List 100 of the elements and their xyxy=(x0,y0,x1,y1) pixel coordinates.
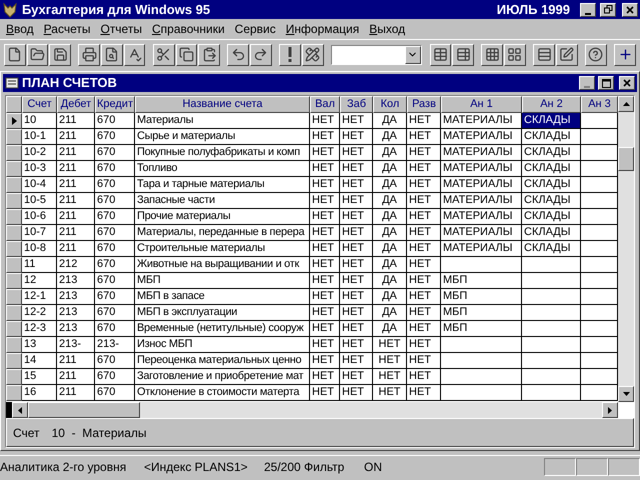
horizontal-scrollbar[interactable] xyxy=(6,402,618,418)
row-selector[interactable] xyxy=(6,177,22,193)
table-cell: 213 xyxy=(57,305,95,321)
menu-item[interactable]: Расчеты xyxy=(40,20,94,38)
row-selector[interactable] xyxy=(6,145,22,161)
table-cell: 211 xyxy=(57,145,95,161)
grid-layout-icon[interactable] xyxy=(504,44,526,66)
table-cell: НЕТ xyxy=(310,209,340,225)
row-selector[interactable] xyxy=(6,273,22,289)
table-cell: НЕТ xyxy=(407,145,441,161)
column-header[interactable]: Вал xyxy=(310,96,340,113)
table-cell: 670 xyxy=(95,177,135,193)
scroll-thumb[interactable] xyxy=(618,147,634,171)
row-selector[interactable] xyxy=(6,353,22,369)
column-header[interactable]: Кредит xyxy=(95,96,135,113)
table-cell: 10-8 xyxy=(22,241,57,257)
edit-icon[interactable] xyxy=(556,44,578,66)
column-header[interactable]: Название счета xyxy=(135,96,310,113)
print-preview-icon[interactable] xyxy=(101,44,123,66)
table-cell: НЕТ xyxy=(310,353,340,369)
row-selector[interactable] xyxy=(6,289,22,305)
status-panel xyxy=(608,458,640,476)
menu-item[interactable]: Сервис xyxy=(230,20,280,38)
save-icon[interactable] xyxy=(49,44,71,66)
table-cell xyxy=(522,273,581,289)
row-selector[interactable] xyxy=(6,241,22,257)
scroll-up-button[interactable] xyxy=(618,96,634,112)
scroll-down-button[interactable] xyxy=(618,386,634,402)
new-file-icon[interactable] xyxy=(4,44,26,66)
undo-icon[interactable] xyxy=(227,44,250,66)
table-cell xyxy=(522,369,581,385)
scroll-right-button[interactable] xyxy=(602,402,618,418)
scroll-thumb[interactable] xyxy=(28,402,140,418)
table-cell: 211 xyxy=(57,241,95,257)
column-header[interactable]: Разв xyxy=(407,96,441,113)
column-header[interactable]: Ан 2 xyxy=(522,96,581,113)
row-selector[interactable] xyxy=(6,113,22,129)
table-cell xyxy=(522,337,581,353)
menu-item[interactable]: Ввод xyxy=(2,20,38,38)
exclamation-icon[interactable] xyxy=(279,44,301,66)
spellcheck-icon[interactable] xyxy=(124,44,146,66)
redo-icon[interactable] xyxy=(250,44,272,66)
column-header[interactable]: Заб xyxy=(340,96,373,113)
open-folder-icon[interactable] xyxy=(26,44,48,66)
table-cell: СКЛАДЫ xyxy=(522,193,581,209)
grid-icon[interactable] xyxy=(481,44,504,66)
combo-box[interactable] xyxy=(331,44,422,64)
printer-icon[interactable] xyxy=(78,44,100,66)
row-selector[interactable] xyxy=(6,193,22,209)
table-cell: 12-2 xyxy=(22,305,57,321)
column-header[interactable]: Счет xyxy=(22,96,57,113)
row-selector[interactable] xyxy=(6,209,22,225)
table-cell: 211 xyxy=(57,385,95,401)
menu-item[interactable]: Отчеты xyxy=(96,20,146,38)
table-properties-icon[interactable] xyxy=(452,44,474,66)
row-selector[interactable] xyxy=(6,321,22,337)
menu-item[interactable]: Выход xyxy=(365,20,410,38)
row-selector[interactable] xyxy=(6,161,22,177)
table-cell: НЕТ xyxy=(340,257,373,273)
row-selector[interactable] xyxy=(6,385,22,401)
vertical-scrollbar[interactable] xyxy=(618,96,634,402)
scroll-left-button[interactable] xyxy=(12,402,28,418)
table-cell: 10 xyxy=(22,113,57,129)
table-cell: НЕТ xyxy=(310,193,340,209)
table-cell: НЕТ xyxy=(310,145,340,161)
restore-button[interactable] xyxy=(600,2,616,16)
column-header[interactable]: Ан 1 xyxy=(441,96,522,113)
table-cell: МАТЕРИАЛЫ xyxy=(441,193,522,209)
row-selector[interactable] xyxy=(6,337,22,353)
help-icon[interactable] xyxy=(585,44,607,66)
table-cell: 211 xyxy=(57,209,95,225)
plus-icon[interactable] xyxy=(614,44,636,66)
row-selector[interactable] xyxy=(6,257,22,273)
rows-icon[interactable] xyxy=(533,44,555,66)
row-selector[interactable] xyxy=(6,225,22,241)
table-cell: Животные на выращивании и отк xyxy=(135,257,310,273)
row-selector[interactable] xyxy=(6,369,22,385)
column-header[interactable]: Дебет xyxy=(57,96,95,113)
minimize-button[interactable] xyxy=(580,2,596,16)
child-window-title: ПЛАН СЧЕТОВ xyxy=(22,74,117,92)
copy-icon[interactable] xyxy=(176,44,198,66)
scissors-icon[interactable] xyxy=(152,44,175,66)
menu-item[interactable]: Информация xyxy=(282,20,364,38)
row-selector[interactable] xyxy=(6,305,22,321)
column-header[interactable]: Кол xyxy=(373,96,407,113)
row-selector[interactable] xyxy=(6,129,22,145)
table-cell: 211 xyxy=(57,225,95,241)
column-header[interactable]: Ан 3 xyxy=(581,96,618,113)
ruler-pencil-icon[interactable] xyxy=(302,44,324,66)
close-button[interactable] xyxy=(619,76,635,90)
status-text: 25/200 Фильтр xyxy=(264,458,346,476)
paste-icon[interactable] xyxy=(198,44,220,66)
table-cell: 670 xyxy=(95,161,135,177)
table-cell: СКЛАДЫ xyxy=(522,241,581,257)
table-cell: 12-1 xyxy=(22,289,57,305)
menu-item[interactable]: Справочники xyxy=(148,20,229,38)
close-button[interactable] xyxy=(622,2,638,16)
maximize-button[interactable] xyxy=(598,76,614,90)
minimize-button[interactable] xyxy=(579,76,595,90)
table-icon[interactable] xyxy=(430,44,452,66)
